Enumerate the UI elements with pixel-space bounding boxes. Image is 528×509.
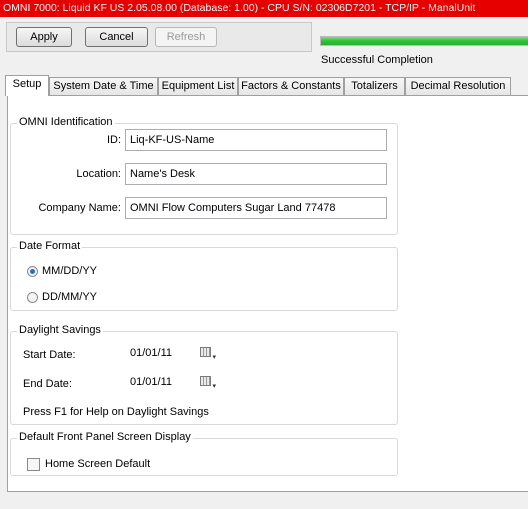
- progress-bar: [320, 36, 528, 46]
- end-date-value: 01/01/11: [130, 376, 173, 388]
- tab-factors-constants[interactable]: Factors & Constants: [238, 77, 344, 95]
- start-date-picker[interactable]: 01/01/11 ▾: [128, 343, 216, 363]
- tab-strip: Setup System Date & Time Equipment List …: [5, 75, 528, 96]
- tab-totalizers[interactable]: Totalizers: [344, 77, 405, 95]
- company-name-field[interactable]: OMNI Flow Computers Sugar Land 77478: [125, 197, 387, 219]
- front-panel-group: Default Front Panel Screen Display: [10, 431, 398, 476]
- ddmmyy-label[interactable]: DD/MM/YY: [42, 291, 97, 303]
- mmddyy-radio[interactable]: [27, 266, 38, 277]
- home-screen-default-checkbox[interactable]: [27, 458, 40, 471]
- chevron-down-icon[interactable]: ▾: [212, 348, 216, 368]
- mmddyy-label[interactable]: MM/DD/YY: [42, 265, 97, 277]
- button-bar: Apply Cancel Refresh: [6, 22, 312, 52]
- front-panel-title: Default Front Panel Screen Display: [17, 431, 193, 443]
- identification-title: OMNI Identification: [17, 116, 115, 128]
- daylight-help-text: Press F1 for Help on Daylight Savings: [23, 406, 209, 418]
- home-screen-default-label[interactable]: Home Screen Default: [45, 458, 150, 470]
- id-label: ID:: [106, 134, 121, 146]
- company-name-label: Company Name:: [38, 202, 121, 214]
- calendar-icon[interactable]: [200, 376, 211, 386]
- tab-decimal-resolution[interactable]: Decimal Resolution: [405, 77, 511, 95]
- window-title: OMNI 7000: Liquid KF US 2.05.08.00 (Data…: [0, 0, 528, 17]
- id-field[interactable]: Liq-KF-US-Name: [125, 129, 387, 151]
- cancel-button[interactable]: Cancel: [85, 27, 148, 47]
- calendar-icon[interactable]: [200, 347, 211, 357]
- toolbar: Apply Cancel Refresh Successful Completi…: [0, 17, 528, 74]
- start-date-value: 01/01/11: [130, 347, 173, 359]
- daylight-savings-title: Daylight Savings: [17, 324, 103, 336]
- ddmmyy-radio[interactable]: [27, 292, 38, 303]
- chevron-down-icon[interactable]: ▾: [212, 377, 216, 397]
- status-text: Successful Completion: [321, 54, 433, 66]
- progress-fill: [321, 37, 528, 45]
- end-date-label: End Date:: [23, 378, 72, 390]
- location-field[interactable]: Name's Desk: [125, 163, 387, 185]
- end-date-picker[interactable]: 01/01/11 ▾: [128, 372, 216, 392]
- refresh-button[interactable]: Refresh: [155, 27, 217, 47]
- tab-system-date-time[interactable]: System Date & Time: [49, 77, 158, 95]
- location-label: Location:: [76, 168, 121, 180]
- tab-equipment-list[interactable]: Equipment List: [158, 77, 238, 95]
- apply-button[interactable]: Apply: [16, 27, 72, 47]
- start-date-label: Start Date:: [23, 349, 76, 361]
- setup-panel: OMNI Identification ID: Liq-KF-US-Name L…: [7, 95, 528, 492]
- date-format-title: Date Format: [17, 240, 83, 252]
- tab-setup[interactable]: Setup: [5, 75, 49, 96]
